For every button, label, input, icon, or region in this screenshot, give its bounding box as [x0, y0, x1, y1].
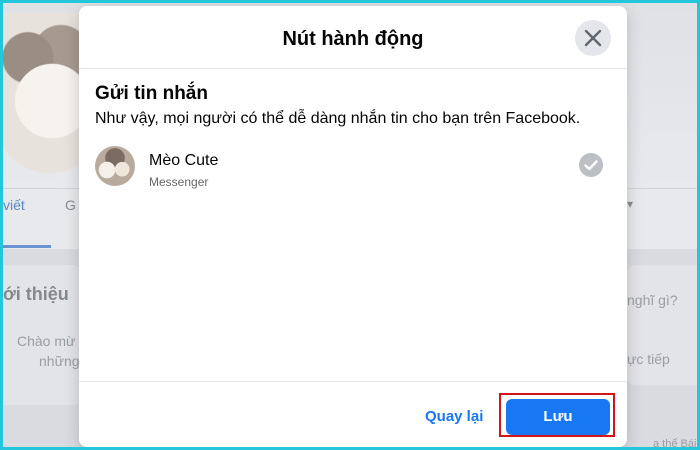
save-button[interactable]: Lưu [506, 399, 610, 435]
background-intro-line1: Chào mừ [17, 333, 76, 349]
section-title: Gửi tin nhắn [95, 83, 208, 104]
account-name: Mèo Cute [149, 152, 219, 169]
background-tab-underline [3, 245, 51, 248]
messenger-account-option[interactable]: Mèo Cute Messenger [95, 144, 611, 192]
background-tab-posts: viết [3, 197, 25, 213]
close-button[interactable] [575, 20, 611, 56]
background-live-hint: ực tiếp [627, 351, 670, 367]
background-bottom-text: a thể Bái [653, 438, 697, 450]
close-icon [584, 29, 602, 47]
background-intro-title: ới thiệu [3, 284, 69, 304]
screenshot-frame: viết G ▾ ới thiệu Chào mừ những nghĩ gì?… [0, 0, 700, 450]
caret-down-icon: ▾ [627, 197, 634, 211]
background-intro-line2: những [39, 353, 80, 369]
background-composer-hint: nghĩ gì? [627, 292, 678, 308]
dialog-title: Nút hành động [282, 28, 424, 50]
action-button-dialog: Nút hành động Gửi tin nhắn Như vậy, mọi … [79, 6, 627, 447]
background-tab-other: G [65, 197, 76, 213]
section-description: Như vậy, mọi người có thể dễ dàng nhắn t… [95, 110, 581, 127]
avatar [95, 146, 135, 186]
dialog-header: Nút hành động [79, 6, 627, 69]
dialog-footer: Quay lại Lưu [79, 381, 627, 447]
back-button[interactable]: Quay lại [425, 408, 483, 425]
account-platform: Messenger [149, 175, 209, 189]
background-composer-card [627, 265, 697, 385]
check-circle-icon[interactable] [579, 153, 603, 177]
